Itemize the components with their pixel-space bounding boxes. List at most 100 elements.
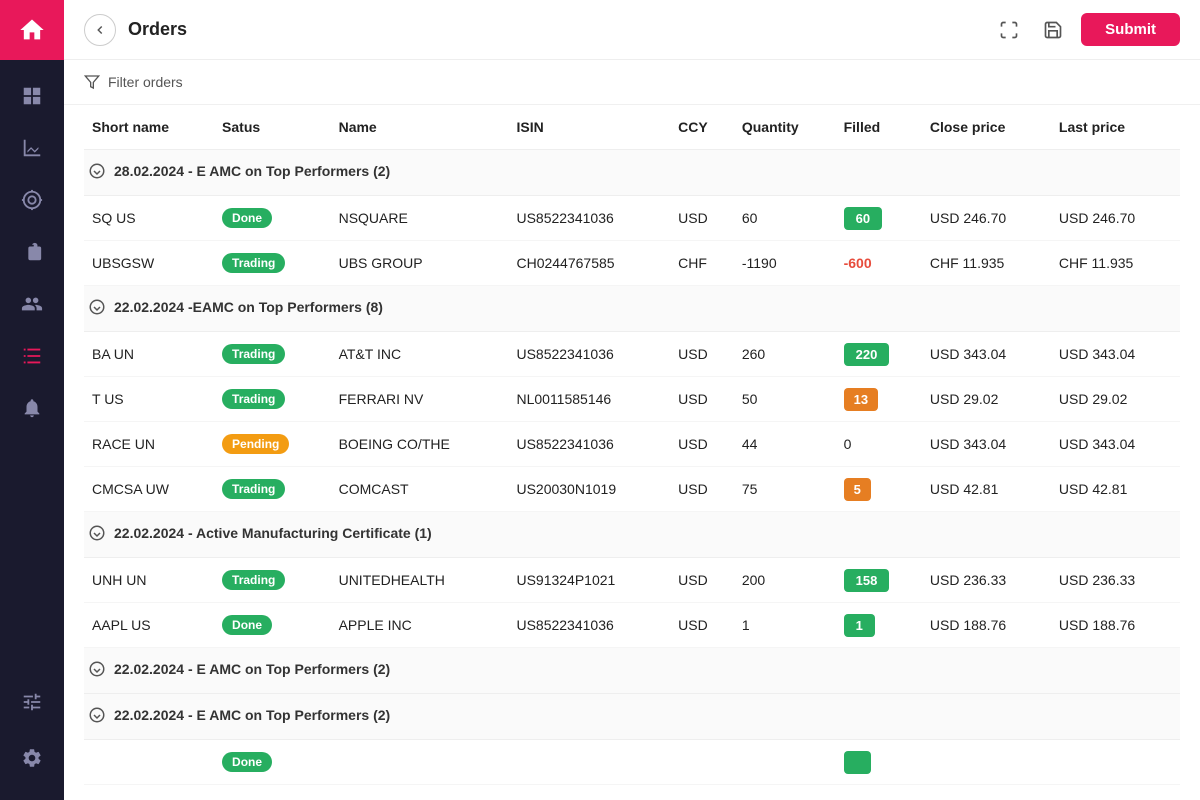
group-label: 22.02.2024 - Active Manufacturing Certif… xyxy=(88,524,432,542)
filled-bar-orange: 5 xyxy=(844,478,871,501)
cell-filled: 13 xyxy=(836,377,922,422)
cell-last-price: USD 236.33 xyxy=(1051,558,1180,603)
cell-last-price: USD 246.70 xyxy=(1051,196,1180,241)
main-content: Orders Submit Filter orders Short name S… xyxy=(64,0,1200,800)
group-row[interactable]: 22.02.2024 - E AMC on Top Performers (2) xyxy=(84,648,1180,694)
expand-button[interactable] xyxy=(993,14,1025,46)
group-row[interactable]: 22.02.2024 - Active Manufacturing Certif… xyxy=(84,512,1180,558)
sidebar-bottom xyxy=(0,676,64,800)
group-row[interactable]: 28.02.2024 - E AMC on Top Performers (2) xyxy=(84,150,1180,196)
cell-filled: 158 xyxy=(836,558,922,603)
orders-table: Short name Satus Name ISIN CCY Quantity … xyxy=(84,105,1180,785)
table-header-row: Short name Satus Name ISIN CCY Quantity … xyxy=(84,105,1180,150)
cell-close-price: USD 42.81 xyxy=(922,467,1051,512)
collapse-icon xyxy=(88,660,106,678)
sidebar-item-sliders[interactable] xyxy=(0,676,64,728)
cell-filled: 0 xyxy=(836,422,922,467)
cell-ccy: USD xyxy=(670,332,734,377)
sidebar-item-portfolio[interactable] xyxy=(0,226,64,278)
sidebar-item-search[interactable] xyxy=(0,174,64,226)
col-name: Name xyxy=(331,105,509,150)
collapse-icon xyxy=(88,706,106,724)
group-row[interactable]: 22.02.2024 -EAMC on Top Performers (8) xyxy=(84,286,1180,332)
cell-name: UNITEDHEALTH xyxy=(331,558,509,603)
cell-short-name: CMCSA UW xyxy=(84,467,214,512)
cell-quantity: 50 xyxy=(734,377,836,422)
save-button[interactable] xyxy=(1037,14,1069,46)
col-quantity: Quantity xyxy=(734,105,836,150)
filter-label: Filter orders xyxy=(108,74,183,90)
status-badge: Trading xyxy=(222,344,285,364)
cell-status: Pending xyxy=(214,422,331,467)
table-row: UBSGSWTradingUBS GROUPCH0244767585CHF-11… xyxy=(84,241,1180,286)
table-row: AAPL USDoneAPPLE INCUS8522341036USD11USD… xyxy=(84,603,1180,648)
cell-short-name: BA UN xyxy=(84,332,214,377)
cell-isin: US8522341036 xyxy=(508,196,670,241)
cell-last-price: USD 188.76 xyxy=(1051,603,1180,648)
collapse-icon xyxy=(88,298,106,316)
status-badge: Trading xyxy=(222,389,285,409)
filter-bar[interactable]: Filter orders xyxy=(64,60,1200,105)
status-badge: Pending xyxy=(222,434,289,454)
filled-value-red: -600 xyxy=(844,255,872,271)
sidebar-item-orders[interactable] xyxy=(0,330,64,382)
group-label: 28.02.2024 - E AMC on Top Performers (2) xyxy=(88,162,390,180)
back-button[interactable] xyxy=(84,14,116,46)
cell-ccy: USD xyxy=(670,467,734,512)
cell-isin: US8522341036 xyxy=(508,332,670,377)
status-badge: Trading xyxy=(222,479,285,499)
cell-name: NSQUARE xyxy=(331,196,509,241)
sidebar-item-analytics[interactable] xyxy=(0,122,64,174)
cell-last-price: USD 343.04 xyxy=(1051,332,1180,377)
cell-close-price: USD 246.70 xyxy=(922,196,1051,241)
cell-ccy: USD xyxy=(670,422,734,467)
cell-isin: CH0244767585 xyxy=(508,241,670,286)
sidebar-item-users[interactable] xyxy=(0,278,64,330)
group-label: 22.02.2024 -EAMC on Top Performers (8) xyxy=(88,298,383,316)
cell-ccy: CHF xyxy=(670,241,734,286)
cell-ccy: USD xyxy=(670,558,734,603)
cell-quantity: 44 xyxy=(734,422,836,467)
cell-filled: -600 xyxy=(836,241,922,286)
cell-status: Trading xyxy=(214,467,331,512)
collapse-icon xyxy=(88,162,106,180)
col-close-price: Close price xyxy=(922,105,1051,150)
cell-status: Trading xyxy=(214,558,331,603)
sidebar-item-dashboard[interactable] xyxy=(0,70,64,122)
cell-isin: US8522341036 xyxy=(508,603,670,648)
table-row: T USTradingFERRARI NVNL0011585146USD5013… xyxy=(84,377,1180,422)
filled-value-zero: 0 xyxy=(844,436,852,452)
group-row[interactable]: 22.02.2024 - E AMC on Top Performers (2) xyxy=(84,694,1180,740)
cell-short-name: AAPL US xyxy=(84,603,214,648)
status-badge: Done xyxy=(222,752,272,772)
sidebar-item-settings[interactable] xyxy=(0,732,64,784)
collapse-icon xyxy=(88,524,106,542)
filled-bar-green: 1 xyxy=(844,614,875,637)
filled-bar-green: 60 xyxy=(844,207,882,230)
cell-last-price: CHF 11.935 xyxy=(1051,241,1180,286)
logo-button[interactable] xyxy=(0,0,64,60)
group-label: 22.02.2024 - E AMC on Top Performers (2) xyxy=(88,706,390,724)
cell-close-price: USD 343.04 xyxy=(922,332,1051,377)
cell-status: Trading xyxy=(214,377,331,422)
table-row: Done xyxy=(84,740,1180,785)
filled-bar-green: 158 xyxy=(844,569,890,592)
cell-filled: 5 xyxy=(836,467,922,512)
sidebar-item-notifications[interactable] xyxy=(0,382,64,434)
cell-name: COMCAST xyxy=(331,467,509,512)
submit-button[interactable]: Submit xyxy=(1081,13,1180,46)
cell-filled: 1 xyxy=(836,603,922,648)
col-status: Satus xyxy=(214,105,331,150)
cell-isin: US8522341036 xyxy=(508,422,670,467)
cell-close-price: USD 29.02 xyxy=(922,377,1051,422)
cell-filled: 220 xyxy=(836,332,922,377)
status-badge: Done xyxy=(222,615,272,635)
cell-quantity: 60 xyxy=(734,196,836,241)
cell-close-price: CHF 11.935 xyxy=(922,241,1051,286)
sidebar xyxy=(0,0,64,800)
orders-table-container: Short name Satus Name ISIN CCY Quantity … xyxy=(64,105,1200,800)
cell-filled: 60 xyxy=(836,196,922,241)
cell-name: UBS GROUP xyxy=(331,241,509,286)
page-header: Orders Submit xyxy=(64,0,1200,60)
filled-bar-orange: 13 xyxy=(844,388,878,411)
